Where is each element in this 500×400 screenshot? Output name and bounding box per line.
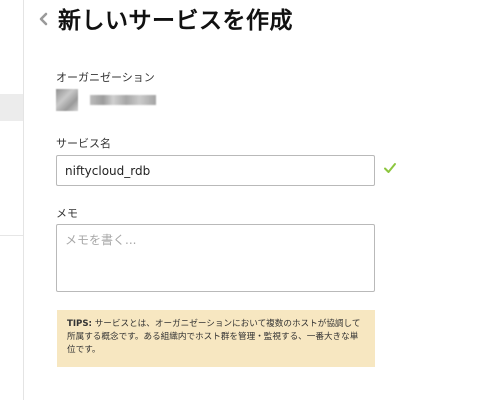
back-button[interactable] (34, 8, 52, 30)
sidebar-active-item[interactable] (0, 94, 23, 121)
chevron-left-icon (39, 12, 48, 26)
sidebar-edge (0, 0, 24, 400)
organization-avatar (56, 89, 78, 111)
sidebar-divider (0, 235, 23, 236)
organization-label: オーガニゼーション (56, 71, 155, 84)
tips-prefix: TIPS: (67, 319, 92, 329)
memo-textarea[interactable] (56, 224, 375, 292)
checkmark-icon (384, 163, 396, 173)
service-name-input[interactable] (56, 155, 375, 186)
organization-value: system (56, 89, 156, 111)
tips-text: サービスとは、オーガニゼーションにおいて複数のホストが協調して所属する概念です。… (67, 319, 361, 355)
tips-box: TIPS: サービスとは、オーガニゼーションにおいて複数のホストが協調して所属す… (57, 310, 375, 367)
organization-name-blurred (90, 95, 156, 105)
page-title: 新しいサービスを作成 (58, 8, 293, 34)
service-name-label: サービス名 (56, 137, 111, 150)
memo-label: メモ (56, 207, 78, 220)
